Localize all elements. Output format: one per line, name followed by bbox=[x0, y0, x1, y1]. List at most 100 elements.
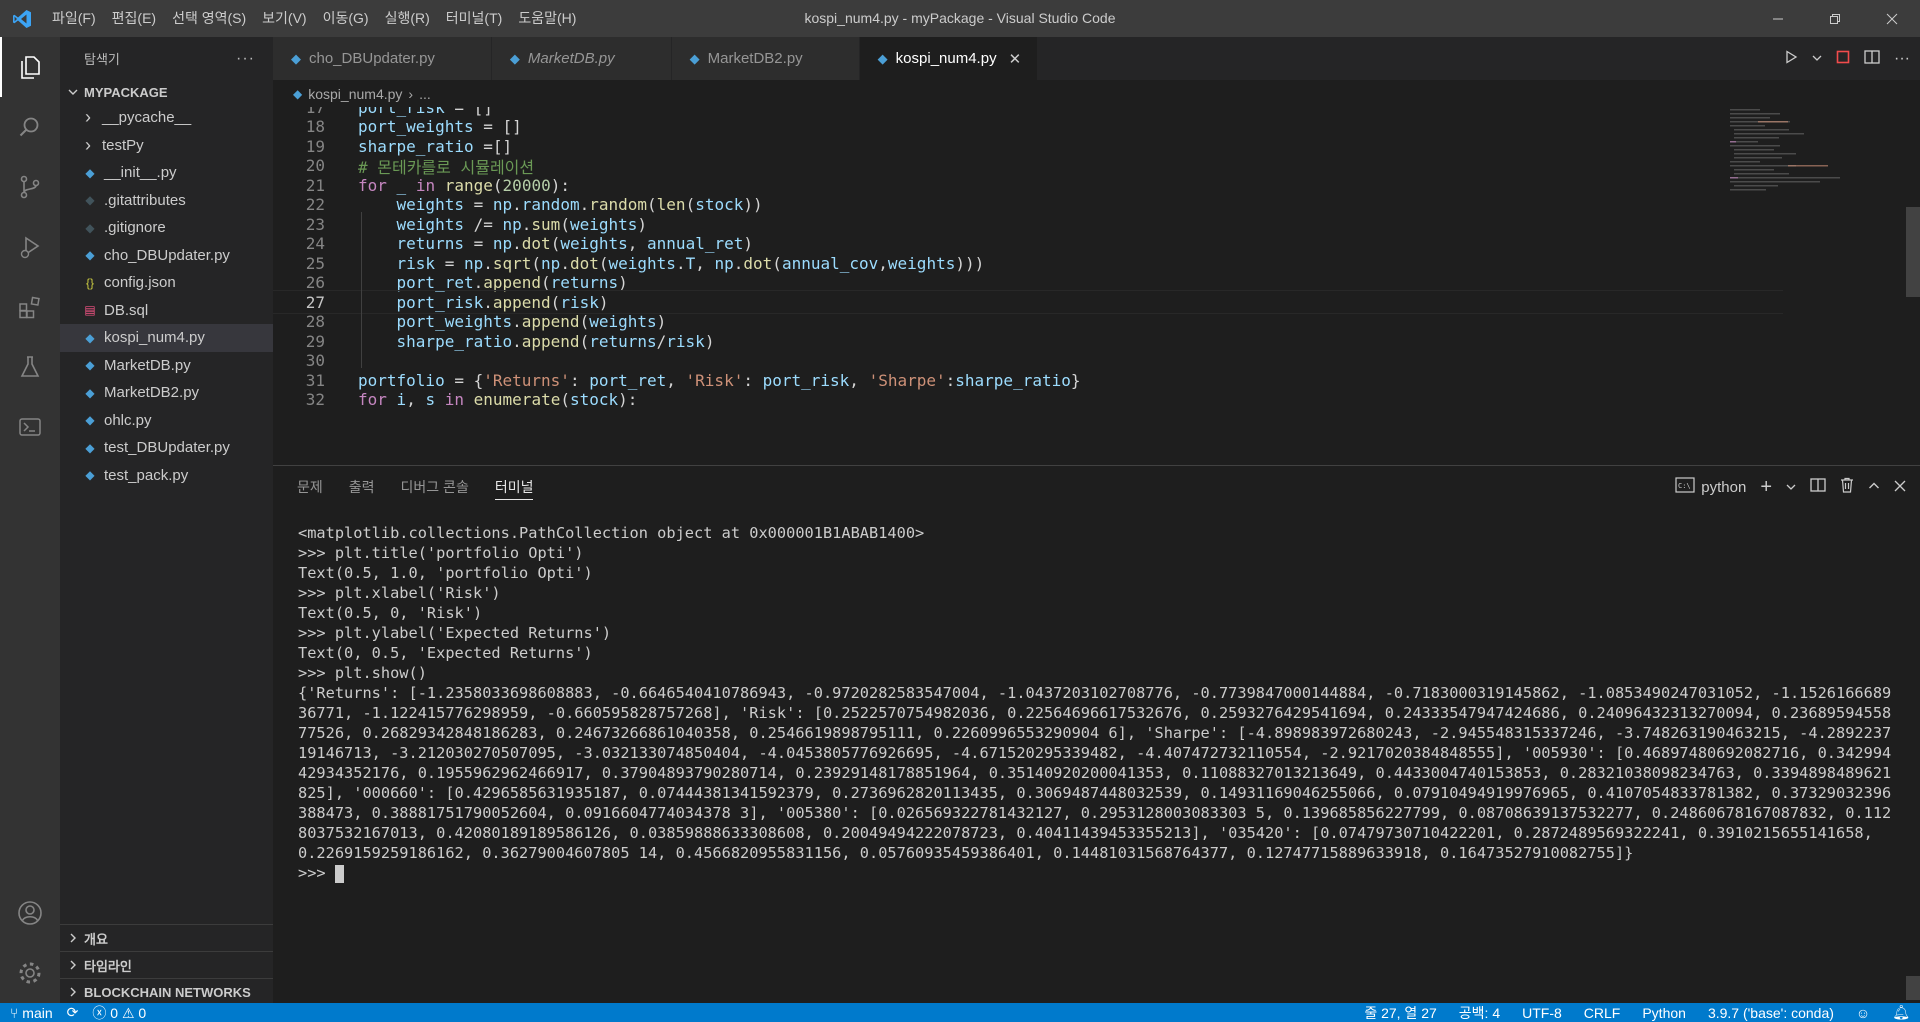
menu-file[interactable]: 파일(F) bbox=[44, 0, 104, 37]
panel-scrollbar[interactable] bbox=[1906, 976, 1920, 1000]
close-tab-icon[interactable]: ✕ bbox=[1009, 50, 1022, 68]
terminal-line: >>> plt.ylabel('Expected Returns') bbox=[298, 624, 612, 642]
tree-item-label: testPy bbox=[102, 136, 144, 154]
python-file-icon: ◆ bbox=[85, 413, 95, 428]
error-count: 0 bbox=[110, 1004, 119, 1021]
explorer-sidebar: 탐색기 ··· MYPACKAGE › __pycache__ › testPy ◆ __… bbox=[60, 37, 273, 1003]
remote-terminal-icon[interactable] bbox=[0, 397, 60, 457]
indentation[interactable]: 공백: 4 bbox=[1459, 1003, 1500, 1022]
run-debug-icon[interactable] bbox=[0, 217, 60, 277]
code-line[interactable]: 32 for i, s in enumerate(stock): bbox=[273, 388, 1783, 412]
section-outline[interactable]: 개요 bbox=[60, 924, 273, 951]
settings-gear-icon[interactable] bbox=[0, 943, 60, 1003]
tree-item-label: test_DBUpdater.py bbox=[104, 439, 230, 457]
file-item[interactable]: {} config.json bbox=[60, 269, 273, 297]
file-item[interactable]: ◆ .gitattributes bbox=[60, 187, 273, 215]
extensions-icon[interactable] bbox=[0, 277, 60, 337]
explorer-icon[interactable] bbox=[0, 37, 60, 97]
tab-marketdb[interactable]: ◆ MarketDB.py bbox=[491, 37, 672, 80]
source-control-icon[interactable] bbox=[0, 157, 60, 217]
menu-edit[interactable]: 편집(E) bbox=[104, 0, 164, 37]
section-blockchain-networks[interactable]: BLOCKCHAIN NETWORKS bbox=[60, 978, 273, 1005]
more-actions-icon[interactable]: ··· bbox=[1894, 50, 1910, 68]
testing-flask-icon[interactable] bbox=[0, 337, 60, 397]
new-terminal-icon[interactable]: + bbox=[1760, 476, 1772, 499]
tab-output[interactable]: 출력 bbox=[349, 466, 375, 508]
window-controls bbox=[1749, 0, 1920, 37]
close-window-button[interactable] bbox=[1863, 0, 1920, 37]
editor-scrollbar[interactable] bbox=[1906, 207, 1920, 297]
file-item[interactable]: ◆ test_pack.py bbox=[60, 462, 273, 490]
feedback-icon[interactable]: ☺ bbox=[1856, 1005, 1870, 1021]
file-item[interactable]: ◆ ohlc.py bbox=[60, 407, 273, 435]
chevron-down-icon bbox=[68, 85, 78, 100]
tab-cho-dbupdater[interactable]: ◆ cho_DBUpdater.py bbox=[273, 37, 492, 80]
code-editor[interactable]: 17 port_risk = [] 18 port_weights = [] 19 sha… bbox=[273, 107, 1920, 465]
python-file-icon: ◆ bbox=[85, 440, 95, 455]
tab-label: kospi_num4.py bbox=[895, 50, 997, 67]
menu-view[interactable]: 보기(V) bbox=[254, 0, 314, 37]
status-right: 줄 27, 열 27 공백: 4 UTF-8 CRLF Python 3.9.7… bbox=[1364, 1003, 1910, 1022]
encoding[interactable]: UTF-8 bbox=[1522, 1005, 1562, 1021]
chevron-up-icon[interactable] bbox=[1868, 479, 1880, 496]
folder-item[interactable]: › __pycache__ bbox=[60, 104, 273, 132]
trash-icon[interactable] bbox=[1840, 477, 1854, 497]
tab-kospi-num4[interactable]: ◆ kospi_num4.py ✕ bbox=[859, 37, 1039, 80]
file-item[interactable]: ▤ DB.sql bbox=[60, 297, 273, 325]
account-icon[interactable] bbox=[0, 883, 60, 943]
split-editor-icon[interactable] bbox=[1864, 50, 1880, 67]
menu-run[interactable]: 실행(R) bbox=[377, 0, 438, 37]
folder-item[interactable]: › testPy bbox=[60, 132, 273, 160]
tab-marketdb2[interactable]: ◆ MarketDB2.py bbox=[671, 37, 860, 80]
stop-icon[interactable] bbox=[1836, 50, 1850, 67]
terminal-line: <matplotlib.collections.PathCollection o… bbox=[298, 524, 925, 542]
split-terminal-icon[interactable] bbox=[1810, 478, 1826, 496]
cursor-position[interactable]: 줄 27, 열 27 bbox=[1364, 1003, 1436, 1022]
file-item[interactable]: ◆ __init__.py bbox=[60, 159, 273, 187]
file-item[interactable]: ◆ kospi_num4.py bbox=[60, 324, 273, 352]
notifications-bell-icon[interactable]: 🔔︎ bbox=[1892, 1004, 1910, 1021]
tree-item-label: config.json bbox=[104, 274, 176, 292]
minimize-button[interactable] bbox=[1749, 0, 1806, 37]
folder-root[interactable]: MYPACKAGE bbox=[60, 80, 273, 104]
search-icon[interactable] bbox=[0, 97, 60, 157]
breadcrumb-symbol[interactable]: ... bbox=[419, 86, 431, 102]
git-branch-item[interactable]: ⑂ main bbox=[10, 1005, 53, 1021]
end-of-line[interactable]: CRLF bbox=[1584, 1005, 1621, 1021]
tab-problems[interactable]: 문제 bbox=[297, 466, 323, 508]
menu-terminal[interactable]: 터미널(T) bbox=[438, 0, 511, 37]
menu-help[interactable]: 도움말(H) bbox=[510, 0, 584, 37]
tab-terminal[interactable]: 터미널 bbox=[494, 466, 533, 508]
file-item[interactable]: ◆ MarketDB2.py bbox=[60, 379, 273, 407]
close-panel-icon[interactable] bbox=[1894, 479, 1906, 496]
status-left: ⑂ main ⟳ ⓧ 0 ⚠ 0 bbox=[0, 1003, 146, 1022]
more-actions-icon[interactable]: ··· bbox=[236, 50, 255, 68]
vscode-logo-icon bbox=[0, 0, 44, 37]
sync-icon[interactable]: ⟳ bbox=[67, 1004, 79, 1021]
terminal-icon: C:\ bbox=[1675, 477, 1695, 497]
file-item[interactable]: ◆ .gitignore bbox=[60, 214, 273, 242]
terminal-line: Text(0, 0.5, 'Expected Returns') bbox=[298, 644, 593, 662]
tree-item-label: __init__.py bbox=[104, 164, 177, 182]
language-mode[interactable]: Python bbox=[1642, 1005, 1686, 1021]
terminal-output[interactable]: <matplotlib.collections.PathCollection o… bbox=[298, 523, 1898, 883]
file-item[interactable]: ◆ MarketDB.py bbox=[60, 352, 273, 380]
file-item[interactable]: ◆ test_DBUpdater.py bbox=[60, 434, 273, 462]
chevron-down-icon[interactable] bbox=[1786, 479, 1796, 496]
chevron-down-icon[interactable] bbox=[1812, 51, 1822, 66]
minimap[interactable] bbox=[1728, 107, 1848, 207]
menu-go[interactable]: 이동(G) bbox=[315, 0, 377, 37]
chevron-right-icon bbox=[68, 985, 78, 1000]
run-python-file-icon[interactable] bbox=[1784, 50, 1798, 67]
file-item[interactable]: ◆ cho_DBUpdater.py bbox=[60, 242, 273, 270]
menu-bar: 파일(F) 편집(E) 선택 영역(S) 보기(V) 이동(G) 실행(R) 터… bbox=[44, 0, 584, 37]
terminal-selector[interactable]: C:\ python bbox=[1675, 477, 1746, 497]
breadcrumb-file[interactable]: kospi_num4.py bbox=[308, 86, 402, 102]
menu-selection[interactable]: 선택 영역(S) bbox=[164, 0, 254, 37]
restore-button[interactable] bbox=[1806, 0, 1863, 37]
tab-debug-console[interactable]: 디버그 콘솔 bbox=[401, 466, 469, 508]
python-interpreter[interactable]: 3.9.7 ('base': conda) bbox=[1708, 1005, 1834, 1021]
section-timeline[interactable]: 타임라인 bbox=[60, 951, 273, 978]
database-file-icon: ▤ bbox=[84, 303, 96, 318]
problems-item[interactable]: ⓧ 0 ⚠ 0 bbox=[92, 1003, 146, 1022]
